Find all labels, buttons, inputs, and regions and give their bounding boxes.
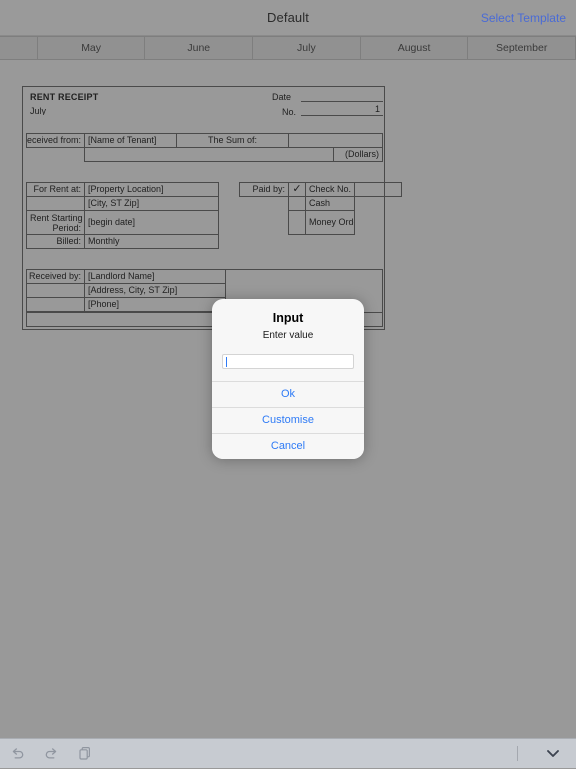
undo-button[interactable] [0,739,34,769]
modal-overlay: Input Enter value Ok Customise Cancel [0,0,576,768]
text-cursor-icon [226,356,227,367]
chevron-down-icon [545,748,561,759]
alert-message: Enter value [262,330,314,341]
app-root: Default Select Template May June July Au… [0,0,576,768]
copy-button[interactable] [68,739,102,769]
alert-input-wrapper [212,354,364,381]
alert-text-input[interactable] [222,354,354,369]
alert-header: Input Enter value [212,299,364,354]
redo-arrow-icon [44,747,59,761]
bottom-toolbar [0,738,576,768]
collapse-keyboard-button[interactable] [536,739,570,769]
alert-ok-button[interactable]: Ok [212,381,364,407]
undo-arrow-icon [10,747,25,761]
input-alert-dialog: Input Enter value Ok Customise Cancel [212,299,364,459]
alert-customise-button[interactable]: Customise [212,407,364,433]
copy-icon [78,746,92,761]
alert-title: Input [272,311,304,325]
alert-cancel-button[interactable]: Cancel [212,433,364,459]
toolbar-divider [517,746,518,761]
redo-button[interactable] [34,739,68,769]
